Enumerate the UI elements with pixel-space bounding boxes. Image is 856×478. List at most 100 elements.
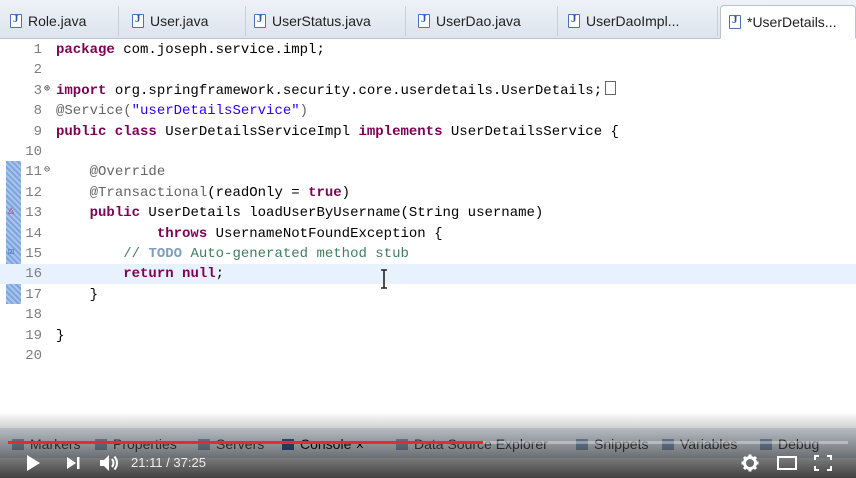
code-token: UserDetails loadUserByUsername(String us… (140, 205, 544, 222)
code-line[interactable]: 2 (0, 60, 856, 80)
volume-icon (100, 455, 118, 471)
line-number: 18 (25, 307, 42, 324)
gear-icon (741, 454, 759, 472)
line-number: 3 (33, 82, 42, 99)
java-file-icon (10, 13, 22, 28)
code-token: "userDetailsService" (131, 103, 300, 120)
tab-userdao-java[interactable]: UserDao.java (410, 6, 558, 36)
line-number: 19 (25, 327, 42, 344)
code-line[interactable]: 15 // TODO Auto-generated method stub ☑ (0, 244, 856, 264)
code-text: return null; (56, 264, 224, 284)
task-marker-icon[interactable]: ☑ (8, 248, 14, 258)
play-button[interactable] (20, 448, 46, 478)
code-token: com.joseph.service.impl; (114, 42, 325, 58)
tab-label: User.java (150, 13, 209, 29)
code-token: public (89, 205, 141, 222)
folded-imports-icon[interactable] (605, 80, 617, 95)
tab-user-java[interactable]: User.java (124, 6, 246, 36)
code-token: UserDetailsService { (442, 123, 619, 140)
tab-label: UserStatus.java (272, 13, 371, 29)
code-token: ) (299, 103, 309, 120)
code-text: } (56, 326, 64, 346)
code-token: UserDetailsServiceImpl (156, 123, 359, 140)
code-token: throws (156, 225, 208, 242)
code-line[interactable]: 14 throws UsernameNotFoundException { (0, 224, 856, 244)
fullscreen-icon (814, 455, 832, 471)
code-line[interactable]: 16 return null; (0, 264, 856, 285)
code-text: // TODO Auto-generated method stub (56, 244, 409, 264)
code-line[interactable]: 10 (0, 142, 856, 162)
code-line[interactable]: 13 public UserDetails loadUserByUsername… (0, 203, 856, 223)
editor-tab-bar: Role.java User.java UserStatus.java User… (0, 0, 856, 39)
code-line[interactable]: 11 @Override ⊖ (0, 162, 856, 182)
code-token: } (56, 286, 99, 303)
fullscreen-button[interactable] (810, 448, 836, 478)
code-line[interactable]: 20 (0, 346, 856, 366)
code-text: @Transactional(readOnly = true) (56, 183, 350, 203)
code-token: public class (56, 123, 157, 140)
code-line[interactable]: 9 public class UserDetailsServiceImpl imp… (0, 122, 856, 142)
line-number: 16 (25, 266, 42, 283)
tab-label: UserDaoImpl... (586, 13, 680, 29)
tab-userdetailsserviceimpl-java[interactable]: *UserDetails... (720, 5, 856, 39)
text-cursor-icon (381, 269, 387, 289)
volume-button[interactable] (96, 448, 124, 478)
line-number: 17 (25, 286, 42, 303)
code-text: import org.springframework.security.core… (56, 80, 617, 101)
tab-label: *UserDetails... (747, 14, 837, 30)
code-token: // (123, 246, 149, 262)
code-line[interactable]: 12 @Transactional(readOnly = true) (0, 183, 856, 203)
code-token: import (56, 82, 107, 99)
line-number: 12 (25, 184, 42, 201)
code-token: org.springframework.security.core.userde… (106, 82, 603, 99)
code-text: public UserDetails loadUserByUsername(St… (56, 203, 544, 223)
player-controls: 21:11 / 37:25 (0, 448, 856, 478)
code-text: public class UserDetailsServiceImpl impl… (56, 122, 619, 142)
tab-userdaoimpl-java[interactable]: UserDaoImpl... (560, 6, 718, 36)
line-number: 2 (33, 62, 42, 79)
code-line[interactable]: 3 import org.springframework.security.cor… (0, 80, 856, 101)
code-line[interactable]: 1 package com.joseph.service.impl; (0, 40, 856, 60)
java-file-icon (418, 13, 430, 28)
code-token: Auto-generated method stub (182, 246, 409, 262)
code-line[interactable]: 18 (0, 305, 856, 325)
override-marker-icon[interactable]: △ (8, 207, 14, 217)
tab-label: UserDao.java (436, 13, 521, 29)
theater-mode-icon (777, 456, 797, 470)
settings-button[interactable] (738, 448, 762, 478)
code-token: @Service( (56, 103, 132, 120)
line-number: 13 (25, 205, 42, 222)
code-editor[interactable]: 1 package com.joseph.service.impl; 2 3 impor… (0, 39, 856, 452)
tab-label: Role.java (28, 13, 87, 29)
line-number: 1 (33, 42, 42, 58)
progress-bar[interactable] (8, 441, 848, 444)
line-number: 10 (25, 144, 42, 160)
tab-userstatus-java[interactable]: UserStatus.java (246, 6, 406, 36)
code-token: @Transactional (89, 184, 208, 201)
code-line[interactable]: 19} (0, 326, 856, 346)
code-line[interactable]: 8 @Service("userDetailsService") (0, 101, 856, 121)
collapse-fold-icon[interactable]: ⊖ (44, 166, 50, 176)
code-text: } (56, 285, 98, 305)
code-token: null (182, 266, 216, 283)
theater-mode-button[interactable] (774, 448, 800, 478)
line-number: 8 (33, 103, 42, 120)
line-number: 14 (25, 225, 42, 242)
line-number: 9 (33, 123, 42, 140)
next-button[interactable] (60, 448, 86, 478)
code-token: (readOnly = (207, 184, 309, 201)
progress-played (8, 441, 484, 444)
tab-role-java[interactable]: Role.java (2, 6, 119, 36)
expand-fold-icon[interactable]: ⊕ (44, 84, 50, 95)
code-token: } (56, 327, 65, 344)
code-token: package (56, 42, 115, 58)
code-token: ) (341, 184, 351, 201)
line-number: 15 (25, 246, 42, 262)
code-token: implements (358, 123, 443, 140)
java-file-icon (254, 13, 266, 28)
code-line[interactable]: 17 } (0, 285, 856, 305)
code-text: @Service("userDetailsService") (56, 101, 308, 121)
